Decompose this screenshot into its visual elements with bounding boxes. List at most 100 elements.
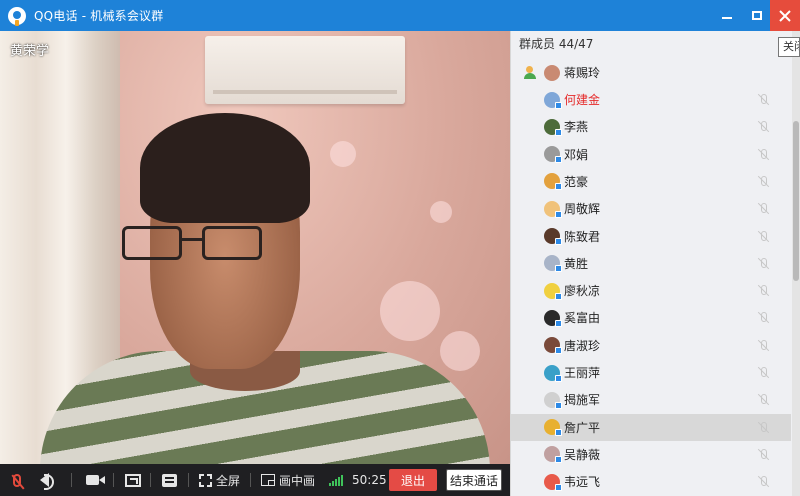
member-name: 周敬辉 [564,202,601,217]
video-feed[interactable]: 黄荣学 [0,31,510,464]
member-row[interactable]: 邓娟 [511,141,791,168]
maximize-icon [752,11,762,20]
speaker-button[interactable] [40,464,54,496]
member-list-scrollbar[interactable] [792,31,800,496]
avatar [544,200,562,218]
member-row[interactable]: 詹广平 [511,413,791,441]
avatar [544,173,562,191]
avatar [544,91,562,109]
avatar [544,309,562,327]
mute-mic-button[interactable] [13,464,21,496]
member-row[interactable]: 王丽萍 [511,359,791,386]
call-duration: 50:25 [352,473,387,487]
mic-muted-icon[interactable] [759,312,769,323]
whiteboard-button[interactable] [162,464,177,496]
avatar [544,391,562,409]
member-name: 蒋赐玲 [564,66,601,80]
member-row-host[interactable]: 蒋赐玲 [511,59,791,86]
fullscreen-label: 全屏 [216,473,241,488]
exit-button[interactable]: 退出 [389,469,437,491]
mic-muted-icon[interactable] [759,367,769,378]
mic-muted-icon[interactable] [759,121,769,132]
maximize-button[interactable] [742,0,772,31]
avatar [544,282,562,300]
member-row[interactable]: 何建金 [511,86,791,113]
member-name: 范豪 [564,174,589,189]
mic-muted-icon[interactable] [759,394,769,405]
minimize-icon [722,16,732,19]
picture-in-picture-icon [261,474,275,486]
close-tooltip: 关闭 [778,37,800,57]
mic-muted-icon[interactable] [759,285,769,296]
device-badge-icon [555,374,562,382]
member-row[interactable]: 陈致君 [511,223,791,250]
device-badge-icon [555,156,562,164]
member-row[interactable]: 唐淑珍 [511,332,791,359]
device-badge-icon [555,238,562,245]
member-name: 陈致君 [564,229,601,244]
avatar [544,64,560,81]
avatar [544,364,562,382]
member-row[interactable]: 范豪 [511,168,791,195]
host-icon [523,65,537,80]
mic-muted-icon[interactable] [759,230,769,242]
member-row[interactable]: 吴静薇 [511,441,791,468]
mic-muted-icon[interactable] [759,175,769,187]
device-badge-icon [555,319,562,327]
device-badge-icon [555,401,562,409]
end-call-button[interactable]: 结束通话 [446,469,502,491]
member-row[interactable]: 黄胜 [511,250,791,277]
pip-button[interactable]: 画中画 [261,464,315,496]
member-row[interactable]: 揭施军 [511,386,791,413]
device-badge-icon [555,210,562,218]
avatar [544,146,562,164]
mic-muted-icon[interactable] [759,448,769,460]
member-row[interactable]: 韦远飞 [511,468,791,495]
air-conditioner [205,36,405,104]
avatar [544,473,562,491]
mic-muted-icon [13,473,21,487]
mic-muted-icon[interactable] [759,339,769,351]
member-row[interactable]: 廖秋凉 [511,277,791,304]
qq-call-logo-icon [8,6,26,26]
close-icon [779,9,791,22]
device-badge-icon [555,101,562,109]
video-participant-name: 黄荣学 [10,44,50,59]
minimize-button[interactable] [712,0,742,31]
close-button[interactable] [770,0,800,31]
avatar [544,118,562,136]
device-badge-icon [555,128,562,136]
device-badge-icon [555,429,562,437]
mic-muted-icon[interactable] [759,257,769,269]
mic-muted-icon[interactable] [759,476,769,487]
member-panel: 群成员 44/47 蒋赐玲 何建金 李燕 邓娟 范豪 周敬辉 陈致君 黄胜 廖秋凉 奚富由 唐淑珍… [510,31,800,496]
device-badge-icon [555,183,562,191]
wall-flower [430,201,452,223]
mic-muted-icon[interactable] [759,421,769,433]
device-badge-icon [555,292,562,300]
person-hair [140,113,310,223]
mic-muted-icon[interactable] [759,203,769,214]
avatar [544,228,562,245]
wall-flower [380,281,440,341]
member-row[interactable]: 奚富由 [511,304,791,331]
member-row[interactable]: 李燕 [511,113,791,140]
device-badge-icon [555,265,562,273]
camera-button[interactable] [86,464,105,496]
member-name: 韦远飞 [564,475,601,490]
fullscreen-button[interactable]: 全屏 [199,464,240,496]
member-row[interactable]: 周敬辉 [511,195,791,222]
scrollbar-thumb[interactable] [793,121,799,281]
signal-strength [329,464,343,496]
avatar [544,419,562,437]
device-badge-icon [555,483,562,491]
member-name: 王丽萍 [564,366,601,380]
mic-muted-icon[interactable] [759,148,769,160]
window-title: QQ电话 - 机械系会议群 [34,9,164,23]
mic-muted-icon[interactable] [759,94,769,105]
member-name: 揭施军 [564,393,601,408]
avatar [544,446,562,464]
share-screen-button[interactable] [125,464,141,496]
fullscreen-icon [199,473,212,487]
member-name: 廖秋凉 [564,284,601,299]
